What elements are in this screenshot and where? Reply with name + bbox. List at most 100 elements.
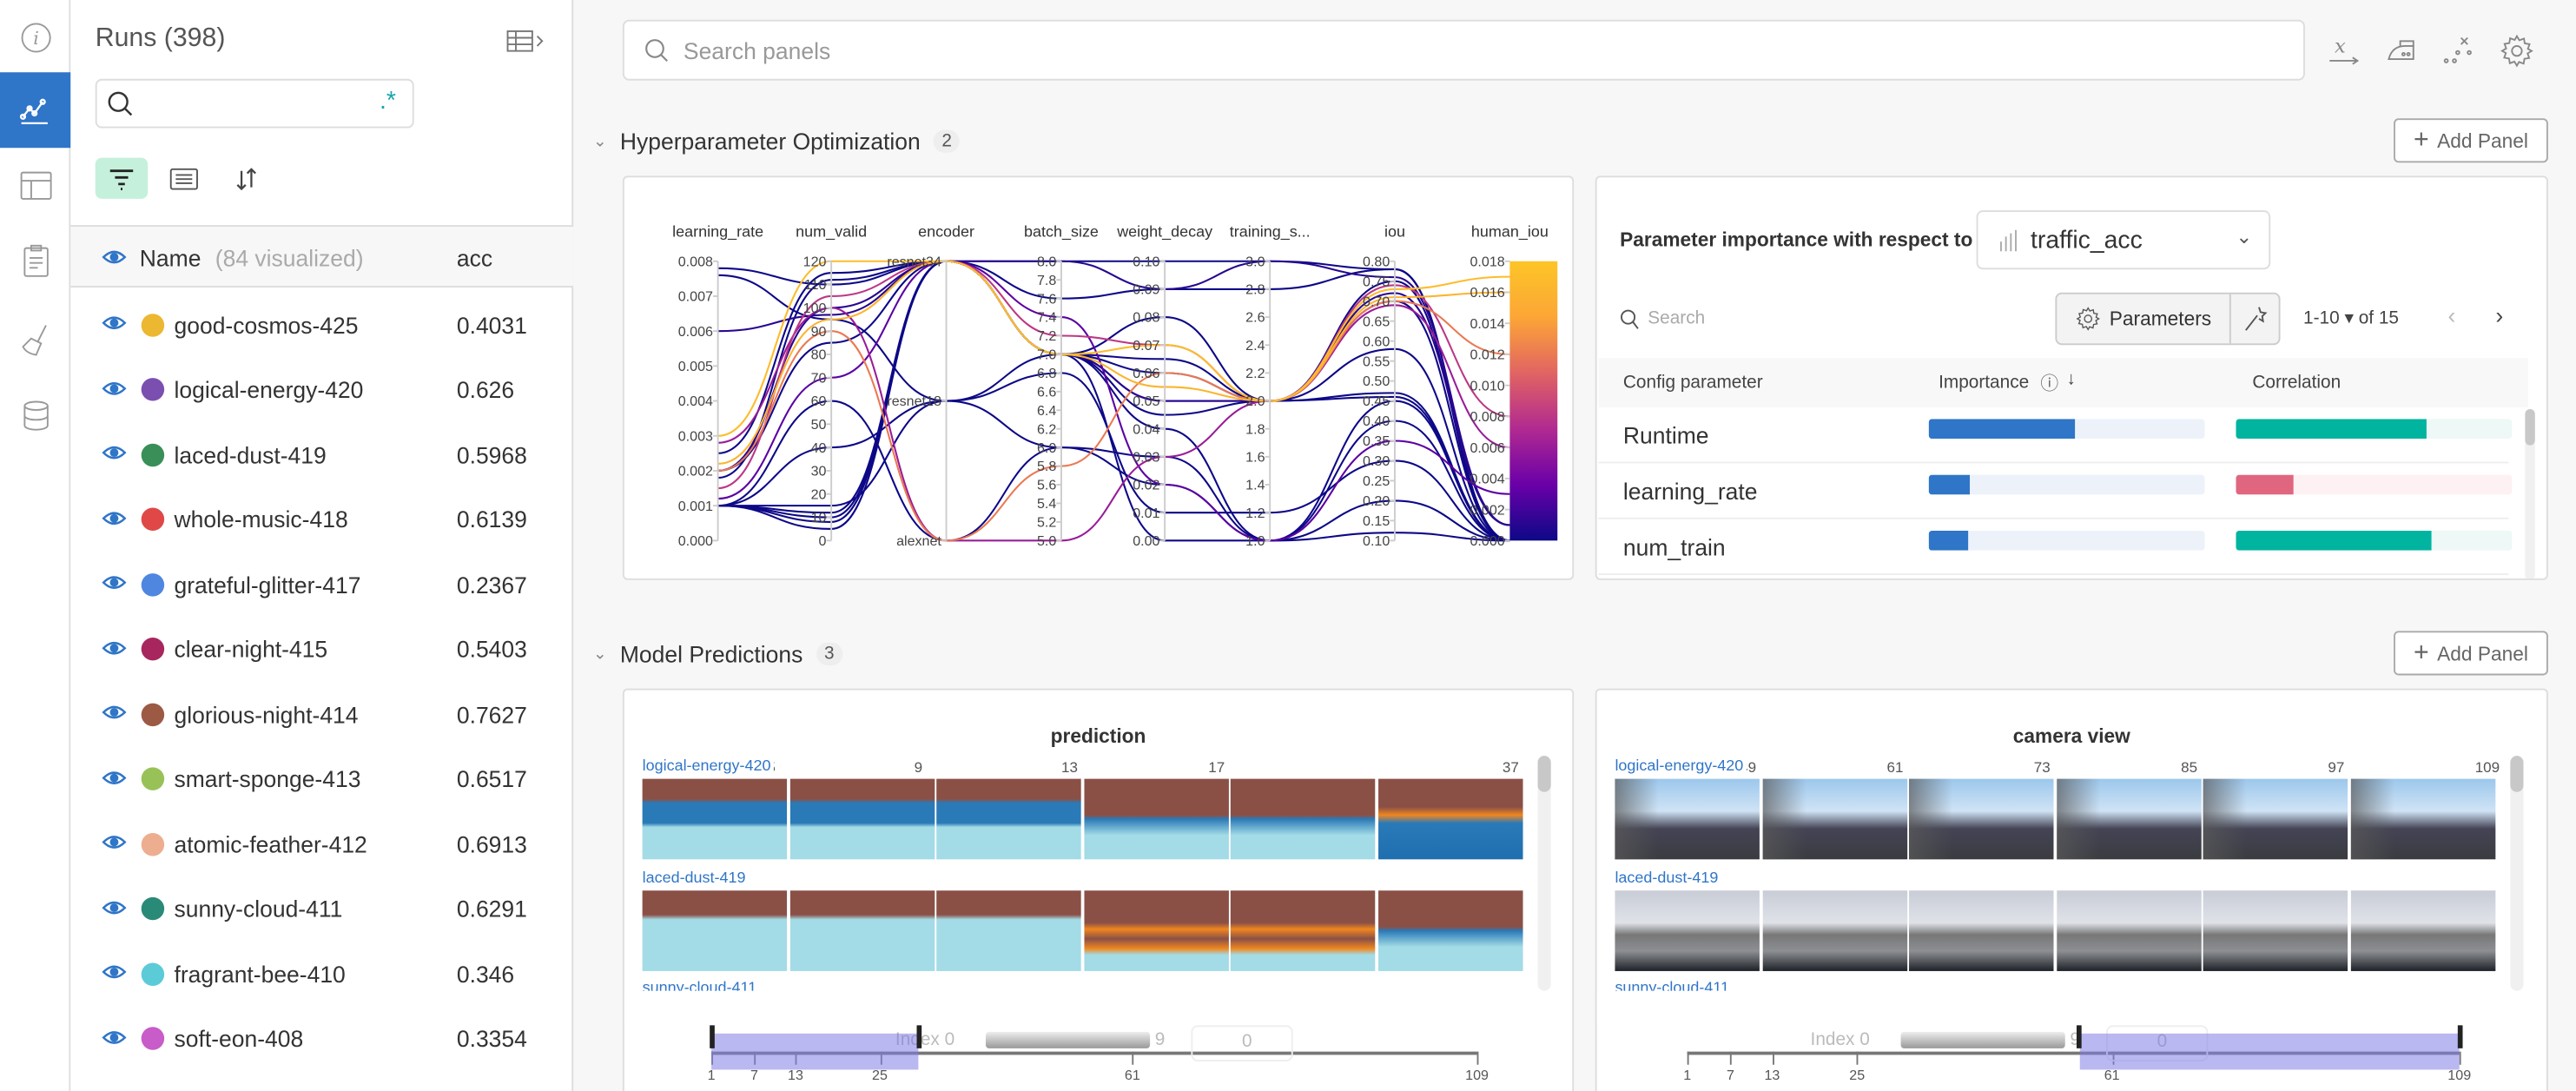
run-name[interactable]: atomic-feather-412 (175, 830, 367, 856)
iron-icon[interactable] (2384, 33, 2421, 69)
importance-row[interactable]: Runtime (1598, 409, 2513, 464)
prediction-thumbnail[interactable] (936, 890, 1081, 971)
camera-thumbnail[interactable] (2056, 890, 2201, 971)
camera-thumbnail[interactable] (1909, 778, 2054, 860)
sort-button[interactable] (220, 158, 273, 199)
camera-thumbnail[interactable] (1909, 890, 2054, 971)
eye-icon[interactable] (102, 248, 127, 267)
magic-wand-button[interactable] (2231, 294, 2279, 344)
run-color-dot[interactable] (141, 507, 165, 531)
run-color-dot[interactable] (141, 572, 165, 596)
run-color-dot[interactable] (141, 832, 165, 856)
importance-row[interactable]: num_train (1598, 521, 2513, 576)
importance-search-input[interactable]: Search (1648, 309, 1705, 329)
parameters-button[interactable]: Parameters (2057, 294, 2231, 344)
run-row[interactable]: fragrant-bee-410 0.346 (70, 942, 573, 1006)
media-run-label[interactable]: logical-energy-420 (642, 757, 775, 776)
x-axis-icon[interactable]: x (2327, 33, 2363, 69)
run-row[interactable]: good-cosmos-425 0.4031 (70, 293, 573, 357)
eye-icon[interactable] (102, 508, 127, 526)
info-icon[interactable]: i (0, 0, 70, 76)
run-line[interactable] (717, 260, 1510, 490)
run-color-dot[interactable] (141, 637, 165, 661)
info-icon[interactable]: ⓘ (2040, 370, 2058, 396)
run-color-dot[interactable] (141, 1027, 165, 1050)
camera-thumbnail[interactable] (1615, 778, 1760, 860)
panel-search-input[interactable]: Search panels (622, 19, 2305, 81)
correlation-header[interactable]: Correlation (2252, 373, 2341, 393)
prediction-thumbnail[interactable] (1230, 890, 1376, 971)
run-color-dot[interactable] (141, 896, 165, 921)
camera-thumbnail[interactable] (1615, 890, 1760, 971)
run-row[interactable]: atomic-feather-412 0.6913 (70, 811, 573, 876)
media-scrollbar[interactable] (1537, 756, 1551, 991)
run-name[interactable]: fragrant-bee-410 (175, 961, 346, 987)
slider-selected-range[interactable] (2078, 1033, 2460, 1070)
run-color-dot[interactable] (141, 702, 165, 726)
run-color-dot[interactable] (141, 313, 165, 336)
config-parameter-header[interactable]: Config parameter (1623, 373, 1763, 393)
run-line[interactable] (717, 260, 1510, 465)
broom-icon[interactable] (0, 302, 70, 378)
section-header-model-predictions[interactable]: ⌄ Model Predictions 3 (593, 641, 843, 667)
prediction-thumbnail[interactable] (642, 890, 788, 971)
run-name[interactable]: glorious-night-414 (175, 701, 359, 727)
add-panel-button[interactable]: + Add Panel (2394, 631, 2548, 676)
eye-icon[interactable] (102, 573, 127, 592)
index-step-slider[interactable] (985, 1031, 1151, 1048)
metric-select[interactable]: traffic_acc ⌄ (1976, 210, 2271, 270)
run-color-dot[interactable] (141, 962, 165, 986)
add-panel-button[interactable]: + Add Panel (2394, 118, 2548, 163)
run-color-dot[interactable] (141, 378, 165, 401)
table-icon[interactable] (0, 148, 70, 223)
run-row[interactable]: grateful-glitter-417 0.2367 (70, 552, 573, 617)
run-row[interactable]: soft-eon-408 0.3354 (70, 1007, 573, 1071)
slider-handle[interactable] (709, 1025, 714, 1048)
run-name[interactable]: whole-music-418 (175, 506, 348, 532)
media-scrollbar[interactable] (2510, 756, 2524, 991)
prev-page-button[interactable]: ‹ (2447, 302, 2455, 328)
importance-row[interactable]: learning_rate (1598, 465, 2513, 519)
next-page-button[interactable]: › (2495, 302, 2503, 328)
sort-desc-icon[interactable]: ↓ (2067, 370, 2076, 390)
prediction-thumbnail[interactable] (789, 778, 935, 860)
run-color-dot[interactable] (141, 442, 165, 466)
eye-icon[interactable] (102, 444, 127, 462)
run-name[interactable]: smart-sponge-413 (175, 765, 361, 791)
run-row[interactable]: sunny-cloud-411 0.6291 (70, 876, 573, 941)
prediction-thumbnail[interactable] (1083, 778, 1228, 860)
eye-icon[interactable] (102, 638, 127, 657)
run-name[interactable]: grateful-glitter-417 (175, 571, 361, 597)
run-row[interactable]: clear-night-415 0.5403 (70, 617, 573, 681)
eye-icon[interactable] (102, 314, 127, 332)
clipboard-icon[interactable] (0, 223, 70, 299)
prediction-thumbnail[interactable] (1377, 778, 1522, 860)
run-line[interactable] (717, 372, 1510, 542)
eye-icon[interactable] (102, 962, 127, 981)
slider-handle[interactable] (916, 1025, 921, 1048)
regex-toggle[interactable]: .* (380, 87, 396, 115)
prediction-thumbnail[interactable] (789, 890, 935, 971)
parallel-coordinates-chart[interactable]: learning_rate0.0000.0010.0020.0030.0040.… (624, 177, 1574, 579)
run-row[interactable]: laced-dust-419 0.5968 (70, 422, 573, 486)
eye-icon[interactable] (102, 898, 127, 916)
media-run-label[interactable]: laced-dust-419 (642, 869, 750, 888)
camera-thumbnail[interactable] (1761, 778, 1907, 860)
chart-line-icon[interactable] (0, 72, 71, 149)
eye-icon[interactable] (102, 379, 127, 397)
run-row[interactable]: logical-energy-420 0.626 (70, 357, 573, 421)
gear-icon[interactable] (2499, 33, 2535, 69)
expand-table-icon[interactable] (506, 28, 549, 63)
media-run-label[interactable]: logical-energy-420 (1615, 757, 1747, 776)
run-name[interactable]: laced-dust-419 (175, 441, 327, 467)
prediction-thumbnail[interactable] (1083, 890, 1228, 971)
camera-thumbnail[interactable] (2056, 778, 2201, 860)
eye-icon[interactable] (102, 833, 127, 851)
chevron-down-icon[interactable]: ⌄ (593, 645, 607, 663)
name-column-header[interactable]: Name (140, 245, 201, 271)
eye-icon[interactable] (102, 704, 127, 722)
slider-handle[interactable] (2456, 1025, 2462, 1048)
chevron-down-icon[interactable]: ⌄ (593, 132, 607, 150)
prediction-thumbnail[interactable] (1377, 890, 1522, 971)
camera-thumbnail[interactable] (2203, 890, 2348, 971)
